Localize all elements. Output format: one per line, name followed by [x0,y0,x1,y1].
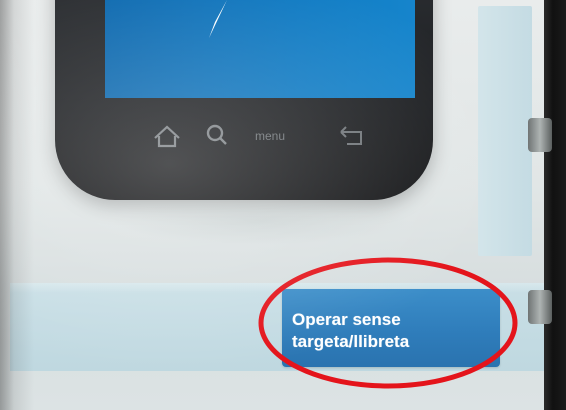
bezel-bracket-bottom [528,290,552,324]
back-icon [340,126,362,145]
phone-reflection [110,205,410,245]
operate-without-card-label: Operar sense targeta/llibreta [292,310,410,351]
search-icon [206,124,227,145]
logo-icon [209,0,227,38]
phone-illustration: menu [55,0,433,200]
left-edge-shadow [0,0,14,410]
right-info-panel [478,6,532,256]
phone-softkeys: menu [154,124,362,148]
menu-softkey-label: menu [255,129,285,143]
home-icon [154,125,180,148]
monitor-bezel [544,0,566,410]
atm-screen-photo: menu Operar sense targeta/llibreta [0,0,566,410]
phone-screen [105,0,415,98]
bezel-bracket-top [528,118,552,152]
operate-without-card-button[interactable]: Operar sense targeta/llibreta [282,289,500,367]
